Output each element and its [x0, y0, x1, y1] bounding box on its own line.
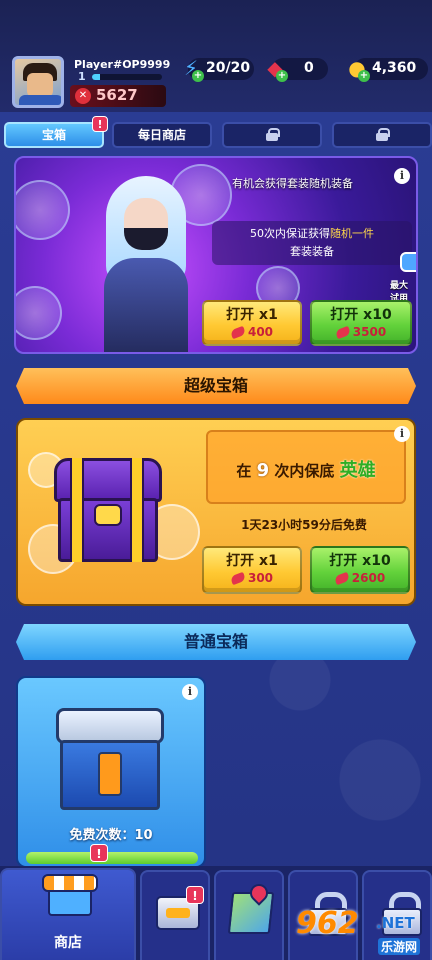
power-value: 5627	[96, 86, 138, 104]
energy-value: 20/20	[206, 60, 251, 76]
energy-resource[interactable]: ⚡ + 20/20	[178, 56, 254, 82]
super-chest-card: 在 9 次内保底 英雄 i 1天23小时59分后免费 打开 x1 300 打开 …	[16, 418, 416, 606]
guarantee-note: 50次内保证获得随机一件 套装装备	[212, 221, 412, 265]
tab-daily-shop[interactable]: 每日商店	[112, 122, 212, 148]
tab-locked-2[interactable]	[332, 122, 432, 148]
super-chest-image	[54, 458, 162, 568]
plus-icon[interactable]: +	[276, 70, 288, 82]
watermark-logo: 962	[296, 906, 359, 941]
player-level: 1	[78, 70, 86, 83]
shop-badge: !	[90, 844, 108, 862]
tab-chests-badge: !	[92, 116, 108, 132]
nav-shop-label: 商店	[54, 935, 82, 951]
banner-description: 有机会获得套装随机装备	[232, 177, 353, 190]
nav-shop[interactable]: 商店	[0, 868, 136, 960]
info-icon[interactable]: i	[394, 426, 410, 442]
drone-item-icon	[16, 180, 70, 240]
power-display: ✕ 5627	[70, 85, 166, 107]
gem-icon	[229, 571, 247, 586]
open-x10-button[interactable]: 打开 x10 3500	[310, 300, 412, 346]
player-avatar[interactable]	[12, 56, 64, 108]
info-icon[interactable]: i	[394, 168, 410, 184]
nav-map[interactable]	[214, 870, 284, 960]
armory-badge: !	[186, 886, 204, 904]
plus-icon[interactable]: +	[358, 70, 370, 82]
gem-resource[interactable]: ◆ + 0	[262, 56, 328, 82]
coin-value: 4,360	[372, 60, 417, 76]
super-chest-title: 超级宝箱	[16, 368, 416, 404]
sword-icon: ✕	[75, 88, 91, 104]
bottom-nav: 商店 ! !	[0, 844, 432, 960]
player-name: Player#OP9999	[74, 58, 171, 71]
free-timer: 1天23小时59分后免费	[241, 518, 367, 532]
tab-chests[interactable]: 宝箱	[4, 122, 104, 148]
tab-bar: 宝箱 ! 每日商店	[0, 116, 432, 152]
super-open-x10-button[interactable]: 打开 x10 2600	[310, 546, 410, 594]
equipment-chest-banner: 有机会获得套装随机装备 i 50次内保证获得随机一件 套装装备 最大试用 打开 …	[14, 156, 418, 354]
normal-chest-image	[56, 708, 164, 812]
free-count: 免费次数：10	[69, 828, 153, 843]
shop-icon	[42, 874, 98, 918]
gem-icon	[333, 571, 350, 586]
gem-icon	[229, 325, 247, 340]
gem-icon	[334, 325, 351, 340]
super-open-x1-button[interactable]: 打开 x1 300	[202, 546, 302, 594]
watermark-site: 乐游网	[378, 938, 421, 955]
info-icon[interactable]: i	[182, 684, 198, 700]
open-x1-button[interactable]: 打开 x1 400	[202, 300, 302, 346]
hero-character	[86, 172, 206, 352]
gamepad-icon[interactable]	[400, 252, 416, 272]
free-progress-bar	[26, 852, 198, 864]
tab-label: 宝箱	[41, 128, 66, 142]
watermark-net: .NET	[376, 914, 415, 932]
tab-label: 每日商店	[137, 128, 186, 142]
xp-bar	[92, 74, 162, 80]
lock-icon	[376, 128, 390, 141]
gun-item-icon	[16, 286, 62, 340]
gem-value: 0	[304, 60, 314, 76]
guarantee-panel: 在 9 次内保底 英雄	[206, 430, 406, 504]
plus-icon[interactable]: +	[192, 70, 204, 82]
normal-chest-card[interactable]: i 免费次数：10	[16, 676, 206, 868]
tab-locked-1[interactable]	[222, 122, 322, 148]
top-bar: Player#OP9999 1 ✕ 5627 ⚡ + 20/20 ◆ + 0 ●…	[0, 0, 432, 112]
nav-armory[interactable]	[140, 870, 210, 960]
coin-resource[interactable]: ● + 4,360	[344, 56, 428, 82]
lock-icon	[266, 128, 280, 141]
normal-chest-title: 普通宝箱	[16, 624, 416, 660]
